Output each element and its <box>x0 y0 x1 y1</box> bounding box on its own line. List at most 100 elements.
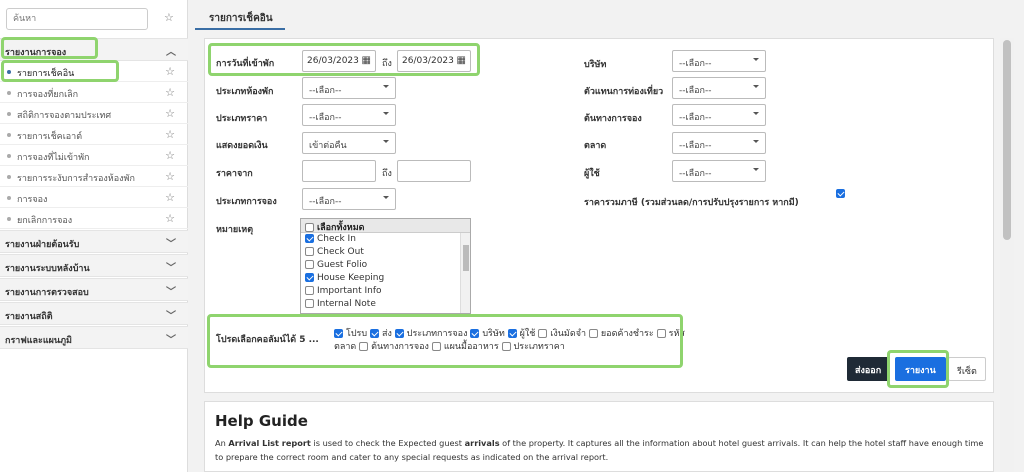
select-value: --เลือก-- <box>679 86 712 96</box>
checkbox[interactable] <box>501 342 511 351</box>
rate-type-select[interactable]: --เลือก-- <box>302 104 396 126</box>
remark-option[interactable]: Check In <box>301 233 470 246</box>
column-option[interactable]: ยอดค้างชำระ <box>588 329 654 339</box>
option-label: เลือกทั้งหมด <box>317 223 365 233</box>
list-scrollbar[interactable] <box>460 233 470 313</box>
help-guide: Help Guide An Arrival List report is use… <box>204 401 994 472</box>
sidebar-item-booking[interactable]: การจอง ☆ <box>0 187 188 208</box>
remark-option[interactable]: Guest Folio <box>301 259 470 272</box>
checkbox[interactable] <box>305 223 314 232</box>
section-audit[interactable]: รายงานการตรวจสอบ ﹀ <box>0 278 188 301</box>
calendar-icon[interactable]: ▦ <box>457 55 466 66</box>
section-booking-reports[interactable]: รายงานการจอง ︿ <box>0 38 188 61</box>
star-icon[interactable]: ☆ <box>165 65 175 78</box>
market-select[interactable]: --เลือก-- <box>672 132 766 154</box>
checkbox[interactable] <box>305 273 314 282</box>
remark-option[interactable]: Important Info <box>301 285 470 298</box>
sidebar-item-cancel-booking[interactable]: ยกเลิกการจอง ☆ <box>0 208 188 229</box>
room-type-select[interactable]: --เลือก-- <box>302 77 396 99</box>
checkbox[interactable] <box>588 329 598 338</box>
sidebar-item-no-show[interactable]: การจองที่ไม่เข้าพัก ☆ <box>0 145 188 166</box>
report-button[interactable]: รายงาน <box>895 357 946 381</box>
search-input[interactable] <box>6 8 148 30</box>
sidebar-item-checkout[interactable]: รายการเช็คเอาต์ ☆ <box>0 124 188 145</box>
chevron-down-icon: ﹀ <box>166 239 176 250</box>
checkbox[interactable] <box>305 299 314 308</box>
option-label: House Keeping <box>317 273 385 283</box>
column-option[interactable]: แผนมื้ออาหาร <box>431 342 499 352</box>
checkbox[interactable] <box>394 329 404 338</box>
sidebar-item-cancelled[interactable]: การจองที่ยกเลิก ☆ <box>0 82 188 103</box>
remark-option[interactable]: Check Out <box>301 246 470 259</box>
tax-checkbox[interactable] <box>836 189 845 198</box>
arrival-date-label: การวันที่เข้าพัก <box>216 59 275 69</box>
price-to-input[interactable] <box>397 160 471 182</box>
column-option[interactable]: ประเภทการจอง <box>394 329 467 339</box>
section-charts[interactable]: กราฟและแผนภูมิ ﹀ <box>0 326 188 349</box>
sidebar-item-label: ยกเลิกการจอง <box>17 216 73 226</box>
remark-option[interactable]: Internal Note <box>301 298 470 311</box>
rate-type-label: ประเภทราคา <box>216 114 268 124</box>
caret-down-icon <box>753 112 759 115</box>
column-option[interactable]: ประเภทราคา <box>501 342 565 352</box>
to-label: ถึง <box>382 59 392 69</box>
date-to-input[interactable]: 26/03/2023 ▦ <box>397 50 471 72</box>
checkbox[interactable] <box>538 329 548 338</box>
tab-checkin[interactable]: รายการเช็คอิน <box>195 8 285 30</box>
star-icon[interactable]: ☆ <box>164 11 174 24</box>
checkbox[interactable] <box>305 286 314 295</box>
column-option[interactable]: ผู้ใช้ <box>507 329 535 339</box>
remark-option[interactable]: House Keeping <box>301 272 470 285</box>
section-label: รายงานระบบหลังบ้าน <box>5 264 90 274</box>
checkbox[interactable] <box>369 329 379 338</box>
checkbox[interactable] <box>431 342 441 351</box>
select-value: --เลือก-- <box>679 169 712 179</box>
sidebar-item-country-stats[interactable]: สถิติการจองตามประเทศ ☆ <box>0 103 188 124</box>
checkbox[interactable] <box>359 342 369 351</box>
scrollbar-thumb[interactable] <box>1003 40 1011 240</box>
select-all-option[interactable]: เลือกทั้งหมด <box>301 219 470 233</box>
remark-multiselect[interactable]: เลือกทั้งหมด Check In Check Out Guest Fo… <box>300 218 471 314</box>
section-statistics[interactable]: รายงานสถิติ ﹀ <box>0 302 188 325</box>
export-button[interactable]: ส่งออก <box>847 357 890 381</box>
checkbox[interactable] <box>305 247 314 256</box>
checkbox[interactable] <box>656 329 666 338</box>
column-option[interactable]: บริษัท <box>470 329 505 339</box>
section-front-desk[interactable]: รายงานฝ่ายต้อนรับ ﹀ <box>0 230 188 253</box>
checkbox[interactable] <box>507 329 517 338</box>
checkbox[interactable] <box>470 329 480 338</box>
option-label: Check In <box>317 234 356 244</box>
reset-button[interactable]: รีเซ็ต <box>948 357 986 381</box>
caret-down-icon <box>753 168 759 171</box>
company-select[interactable]: --เลือก-- <box>672 50 766 72</box>
column-option[interactable]: ส่ง <box>369 329 392 339</box>
column-option[interactable]: เงินมัดจำ <box>538 329 586 339</box>
star-icon[interactable]: ☆ <box>165 86 175 99</box>
calendar-icon[interactable]: ▦ <box>362 55 371 66</box>
select-value: --เลือก-- <box>679 113 712 123</box>
section-back-office[interactable]: รายงานระบบหลังบ้าน ﹀ <box>0 254 188 277</box>
agent-select[interactable]: --เลือก-- <box>672 77 766 99</box>
date-from-input[interactable]: 26/03/2023 ▦ <box>302 50 376 72</box>
star-icon[interactable]: ☆ <box>165 128 175 141</box>
amount-select[interactable]: เข้าต่อคืน <box>302 132 396 154</box>
sidebar-item-checkin[interactable]: รายการเช็คอิน ☆ <box>0 61 188 82</box>
column-option[interactable]: ต้นทางการจอง <box>359 342 429 352</box>
source-select[interactable]: --เลือก-- <box>672 104 766 126</box>
booking-type-label: ประเภทการจอง <box>216 197 277 207</box>
sidebar-item-hold[interactable]: รายการระงับการสำรองห้องพัก ☆ <box>0 166 188 187</box>
page-scrollbar[interactable] <box>1000 38 1014 472</box>
checkbox[interactable] <box>305 260 314 269</box>
star-icon[interactable]: ☆ <box>165 107 175 120</box>
star-icon[interactable]: ☆ <box>165 149 175 162</box>
scrollbar-thumb[interactable] <box>463 245 469 271</box>
user-select[interactable]: --เลือก-- <box>672 160 766 182</box>
booking-type-select[interactable]: --เลือก-- <box>302 188 396 210</box>
checkbox[interactable] <box>305 234 314 243</box>
star-icon[interactable]: ☆ <box>165 191 175 204</box>
column-option[interactable]: โปรบ <box>334 329 367 339</box>
price-from-input[interactable] <box>302 160 376 182</box>
checkbox[interactable] <box>334 329 343 338</box>
star-icon[interactable]: ☆ <box>165 170 175 183</box>
star-icon[interactable]: ☆ <box>165 212 175 225</box>
